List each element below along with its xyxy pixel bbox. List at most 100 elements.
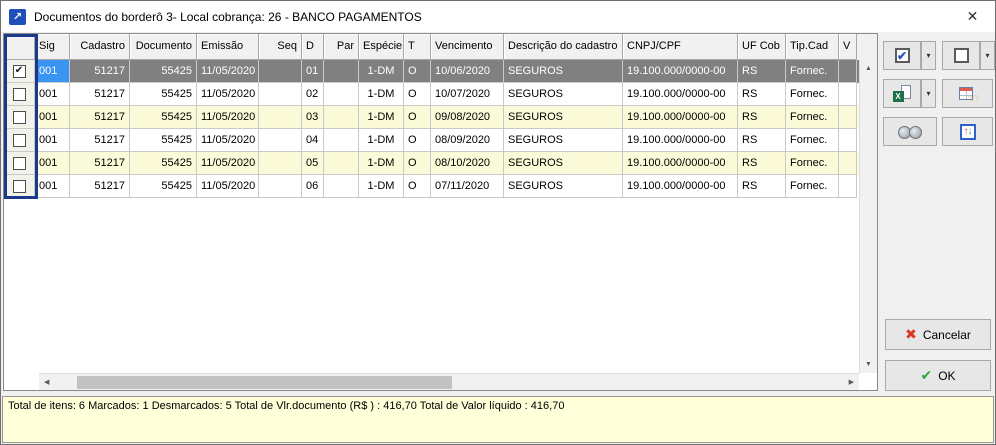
- unchecked-checkbox-icon[interactable]: [13, 111, 26, 124]
- check-all-dropdown-icon[interactable]: ▾: [921, 41, 936, 70]
- cell-cnpj[interactable]: 19.100.000/0000-00: [623, 106, 738, 129]
- column-header-tipcad[interactable]: Tip.Cad: [786, 34, 839, 60]
- cell-d[interactable]: 02: [302, 83, 324, 106]
- cell-par[interactable]: [324, 175, 359, 198]
- cell-v2[interactable]: [839, 175, 857, 198]
- excel-export-dropdown-icon[interactable]: ▾: [921, 79, 936, 108]
- cell-cnpj[interactable]: 19.100.000/0000-00: [623, 129, 738, 152]
- cell-emissao[interactable]: 11/05/2020: [197, 83, 259, 106]
- cell-d[interactable]: 03: [302, 106, 324, 129]
- table-row[interactable]: 001512175542511/05/2020051-DMO08/10/2020…: [4, 152, 877, 175]
- row-checkbox[interactable]: [4, 152, 35, 175]
- cell-cadastro[interactable]: 51217: [70, 152, 130, 175]
- vertical-scrollbar[interactable]: ▲ ▼: [859, 60, 877, 373]
- cell-sig[interactable]: 001: [35, 60, 70, 83]
- cell-cnpj[interactable]: 19.100.000/0000-00: [623, 83, 738, 106]
- cell-tipcad[interactable]: Fornec.: [786, 175, 839, 198]
- cell-sig[interactable]: 001: [35, 129, 70, 152]
- cell-ufcob[interactable]: RS: [738, 83, 786, 106]
- cell-descricao[interactable]: SEGUROS: [504, 175, 623, 198]
- cell-cnpj[interactable]: 19.100.000/0000-00: [623, 152, 738, 175]
- cell-par[interactable]: [324, 83, 359, 106]
- row-checkbox[interactable]: [4, 175, 35, 198]
- cell-seq[interactable]: [259, 175, 302, 198]
- cell-t[interactable]: O: [404, 60, 431, 83]
- unchecked-checkbox-icon[interactable]: [13, 180, 26, 193]
- cell-v2[interactable]: [839, 152, 857, 175]
- cell-especie[interactable]: 1-DM: [359, 106, 404, 129]
- table-row[interactable]: 001512175542511/05/2020021-DMO10/07/2020…: [4, 83, 877, 106]
- cell-cnpj[interactable]: 19.100.000/0000-00: [623, 60, 738, 83]
- cell-vencimento[interactable]: 07/11/2020: [431, 175, 504, 198]
- horizontal-scrollbar-thumb[interactable]: [77, 376, 452, 389]
- row-checkbox[interactable]: [4, 106, 35, 129]
- cell-par[interactable]: [324, 106, 359, 129]
- ok-button[interactable]: ✔ OK: [885, 360, 991, 391]
- column-header-documento[interactable]: Documento: [130, 34, 197, 60]
- excel-export-button[interactable]: X: [883, 79, 921, 108]
- table-row[interactable]: ✔001512175542511/05/2020011-DMO10/06/202…: [4, 60, 877, 83]
- cell-sig[interactable]: 001: [35, 152, 70, 175]
- cell-cadastro[interactable]: 51217: [70, 106, 130, 129]
- cell-par[interactable]: [324, 129, 359, 152]
- cell-especie[interactable]: 1-DM: [359, 83, 404, 106]
- cell-documento[interactable]: 55425: [130, 175, 197, 198]
- column-header-cadastro[interactable]: Cadastro: [70, 34, 130, 60]
- cell-par[interactable]: [324, 152, 359, 175]
- cell-documento[interactable]: 55425: [130, 106, 197, 129]
- table-row[interactable]: 001512175542511/05/2020031-DMO09/08/2020…: [4, 106, 877, 129]
- cell-especie[interactable]: 1-DM: [359, 60, 404, 83]
- scroll-right-icon[interactable]: ▶: [844, 374, 859, 391]
- horizontal-scrollbar[interactable]: ◀ ▶: [39, 373, 859, 390]
- cell-seq[interactable]: [259, 60, 302, 83]
- cell-cadastro[interactable]: 51217: [70, 175, 130, 198]
- cell-emissao[interactable]: 11/05/2020: [197, 175, 259, 198]
- cell-sig[interactable]: 001: [35, 175, 70, 198]
- column-header-par[interactable]: Par: [324, 34, 359, 60]
- cell-descricao[interactable]: SEGUROS: [504, 106, 623, 129]
- cell-cadastro[interactable]: 51217: [70, 129, 130, 152]
- cell-d[interactable]: 06: [302, 175, 324, 198]
- cell-sig[interactable]: 001: [35, 83, 70, 106]
- close-button[interactable]: ✕: [950, 1, 995, 32]
- cell-d[interactable]: 01: [302, 60, 324, 83]
- cell-documento[interactable]: 55425: [130, 152, 197, 175]
- scroll-left-icon[interactable]: ◀: [39, 374, 54, 391]
- cell-emissao[interactable]: 11/05/2020: [197, 129, 259, 152]
- column-header-vencimento[interactable]: Vencimento: [431, 34, 504, 60]
- scroll-up-icon[interactable]: ▲: [865, 60, 872, 77]
- sort-button[interactable]: ↑↓: [942, 117, 993, 146]
- cell-t[interactable]: O: [404, 83, 431, 106]
- cell-seq[interactable]: [259, 152, 302, 175]
- cell-vencimento[interactable]: 10/07/2020: [431, 83, 504, 106]
- search-button[interactable]: [883, 117, 937, 146]
- row-checkbox[interactable]: [4, 129, 35, 152]
- cell-tipcad[interactable]: Fornec.: [786, 106, 839, 129]
- select-records-button[interactable]: ☜: [942, 79, 993, 108]
- column-header-seq[interactable]: Seq: [259, 34, 302, 60]
- cancel-button[interactable]: ✖ Cancelar: [885, 319, 991, 350]
- cell-documento[interactable]: 55425: [130, 129, 197, 152]
- checked-checkbox-icon[interactable]: ✔: [13, 65, 26, 78]
- cell-cnpj[interactable]: 19.100.000/0000-00: [623, 175, 738, 198]
- cell-sig[interactable]: 001: [35, 106, 70, 129]
- column-header-cnpj[interactable]: CNPJ/CPF: [623, 34, 738, 60]
- cell-d[interactable]: 05: [302, 152, 324, 175]
- cell-ufcob[interactable]: RS: [738, 152, 786, 175]
- cell-vencimento[interactable]: 08/09/2020: [431, 129, 504, 152]
- cell-t[interactable]: O: [404, 152, 431, 175]
- cell-tipcad[interactable]: Fornec.: [786, 129, 839, 152]
- column-header-v2[interactable]: V: [839, 34, 857, 60]
- cell-cadastro[interactable]: 51217: [70, 60, 130, 83]
- row-checkbox[interactable]: [4, 83, 35, 106]
- row-checkbox[interactable]: ✔: [4, 60, 35, 83]
- table-row[interactable]: 001512175542511/05/2020061-DMO07/11/2020…: [4, 175, 877, 198]
- column-header-descricao[interactable]: Descrição do cadastro: [504, 34, 623, 60]
- cell-ufcob[interactable]: RS: [738, 60, 786, 83]
- cell-especie[interactable]: 1-DM: [359, 129, 404, 152]
- cell-seq[interactable]: [259, 83, 302, 106]
- cell-tipcad[interactable]: Fornec.: [786, 83, 839, 106]
- check-all-button[interactable]: ✔: [883, 41, 921, 70]
- cell-descricao[interactable]: SEGUROS: [504, 152, 623, 175]
- column-header-emissao[interactable]: Emissão: [197, 34, 259, 60]
